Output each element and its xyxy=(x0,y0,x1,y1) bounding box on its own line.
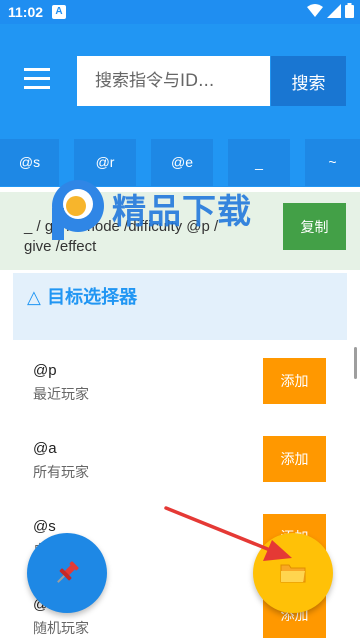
folder-icon xyxy=(280,564,306,583)
pin-fab-button[interactable] xyxy=(27,533,107,613)
quick-insert-bar: @s @r @e _ ~ xyxy=(0,137,360,187)
chip-at-e[interactable]: @e xyxy=(151,139,213,186)
chip-at-s[interactable]: @s xyxy=(0,139,59,186)
signal-icon xyxy=(327,3,341,18)
selector-code: @s xyxy=(33,518,56,535)
selector-desc: 最近玩家 xyxy=(33,387,89,403)
chip-at-r[interactable]: @r xyxy=(74,139,136,186)
copy-button[interactable]: 复制 xyxy=(283,203,346,250)
wifi-icon xyxy=(307,3,323,17)
selector-desc: 所有玩家 xyxy=(33,465,89,481)
add-button[interactable]: 添加 xyxy=(263,358,326,404)
search-box xyxy=(77,56,270,106)
search-input[interactable] xyxy=(77,56,270,106)
pushpin-icon xyxy=(57,561,79,583)
status-time: 11:02 xyxy=(8,4,44,20)
chip-tilde[interactable]: ~ xyxy=(305,139,360,186)
selector-code: @p xyxy=(33,362,57,379)
list-item: @a 所有玩家 添加 xyxy=(0,436,350,514)
folder-fab-button[interactable] xyxy=(253,533,333,613)
section-header: △ 目标选择器 xyxy=(13,273,347,340)
list-item: @p 最近玩家 添加 xyxy=(0,358,350,436)
add-button[interactable]: 添加 xyxy=(263,436,326,482)
selector-code: @a xyxy=(33,440,57,457)
command-text: _ / gamemode /difficulty @p / give /effe… xyxy=(24,218,219,255)
chip-underscore[interactable]: _ xyxy=(228,139,290,186)
selector-desc: 随机玩家 xyxy=(33,621,89,637)
status-bar: 11:02 A xyxy=(0,0,360,24)
app-bar: 搜索 xyxy=(0,24,360,137)
scrollbar[interactable] xyxy=(354,347,357,379)
battery-icon xyxy=(345,3,354,18)
status-icons xyxy=(307,3,354,18)
section-title: △ 目标选择器 xyxy=(27,287,138,308)
app-notification-icon: A xyxy=(52,5,66,19)
search-button[interactable]: 搜索 xyxy=(271,56,346,106)
menu-icon[interactable] xyxy=(24,68,52,90)
